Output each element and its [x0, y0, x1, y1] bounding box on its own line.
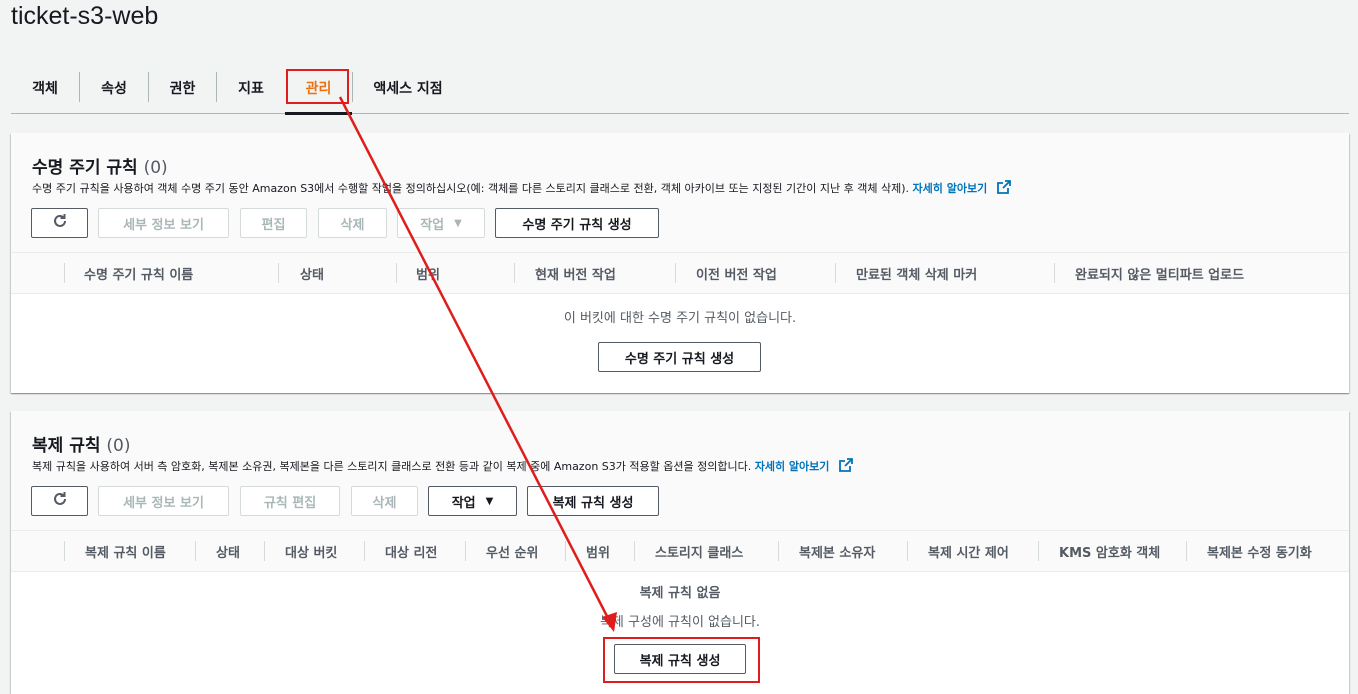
tab-bar: 객체 속성 권한 지표 관리 액세스 지점: [11, 62, 1349, 115]
replication-refresh-button[interactable]: [31, 486, 88, 516]
column-header[interactable]: 복제 시간 제어: [928, 531, 1009, 571]
column-header[interactable]: 범위: [586, 531, 610, 571]
external-link-icon: [996, 180, 1011, 197]
column-header[interactable]: KMS 암호화 객체: [1059, 531, 1160, 571]
column-header[interactable]: 만료된 객체 삭제 마커: [856, 253, 977, 293]
column-header[interactable]: 상태: [216, 531, 240, 571]
lifecycle-learn-more-link[interactable]: 자세히 알아보기: [913, 182, 988, 195]
column-header[interactable]: 복제 규칙 이름: [85, 531, 166, 571]
column-header[interactable]: 상태: [300, 253, 324, 293]
caret-down-icon: ▼: [485, 495, 494, 507]
tab-metrics[interactable]: 지표: [217, 62, 285, 114]
column-header[interactable]: 복제본 소유자: [799, 531, 875, 571]
column-header[interactable]: 우선 순위: [486, 531, 538, 571]
column-header[interactable]: 스토리지 클래스: [655, 531, 743, 571]
replication-empty-message: 복제 구성에 규칙이 없습니다.: [599, 615, 761, 630]
column-header[interactable]: 복제본 수정 동기화: [1207, 531, 1312, 571]
replication-delete-button[interactable]: 삭제: [351, 486, 418, 516]
replication-empty-title: 복제 규칙 없음: [639, 586, 721, 601]
replication-title: 복제 규칙 (0): [32, 436, 131, 456]
lifecycle-rules-panel: 수명 주기 규칙 (0) 수명 주기 규칙을 사용하여 객체 수명 주기 동안 …: [11, 133, 1349, 393]
lifecycle-actions-button[interactable]: 작업 ▼: [397, 208, 485, 238]
replication-table-header: 복제 규칙 이름 상태 대상 버킷 대상 리전 우선 순위 범위 스토리지 클래…: [11, 530, 1349, 572]
column-header[interactable]: 수명 주기 규칙 이름: [84, 253, 193, 293]
replication-create-button[interactable]: 복제 규칙 생성: [527, 486, 659, 516]
tab-properties[interactable]: 속성: [80, 62, 148, 114]
lifecycle-empty-message: 이 버킷에 대한 수명 주기 규칙이 없습니다.: [563, 311, 797, 326]
column-header[interactable]: 이전 버전 작업: [696, 253, 777, 293]
replication-description: 복제 규칙을 사용하여 서버 측 암호화, 복제본 소유권, 복제본을 다른 스…: [32, 458, 853, 475]
lifecycle-empty-create-button[interactable]: 수명 주기 규칙 생성: [598, 342, 761, 372]
lifecycle-description: 수명 주기 규칙을 사용하여 객체 수명 주기 동안 Amazon S3에서 수…: [32, 180, 1011, 197]
page-title: ticket-s3-web: [11, 2, 159, 30]
column-header[interactable]: 현재 버전 작업: [535, 253, 616, 293]
column-header[interactable]: 대상 버킷: [285, 531, 337, 571]
replication-actions-button[interactable]: 작업 ▼: [428, 486, 517, 516]
replication-details-button[interactable]: 세부 정보 보기: [98, 486, 229, 516]
lifecycle-edit-button[interactable]: 편집: [240, 208, 307, 238]
tab-highlight-box: [286, 69, 349, 104]
lifecycle-table-header: 수명 주기 규칙 이름 상태 범위 현재 버전 작업 이전 버전 작업 만료된 …: [11, 252, 1349, 294]
tab-permissions[interactable]: 권한: [149, 62, 216, 114]
replication-edit-button[interactable]: 규칙 편집: [240, 486, 340, 516]
lifecycle-delete-button[interactable]: 삭제: [318, 208, 387, 238]
column-header[interactable]: 범위: [416, 253, 440, 293]
lifecycle-title: 수명 주기 규칙 (0): [32, 158, 168, 178]
tab-access-points[interactable]: 액세스 지점: [353, 62, 463, 114]
create-button-highlight-box: [603, 637, 760, 683]
lifecycle-refresh-button[interactable]: [31, 208, 88, 238]
lifecycle-details-button[interactable]: 세부 정보 보기: [98, 208, 229, 238]
external-link-icon: [838, 458, 853, 475]
replication-learn-more-link[interactable]: 자세히 알아보기: [755, 460, 830, 473]
caret-down-icon: ▼: [454, 217, 462, 229]
column-header[interactable]: 대상 리전: [385, 531, 437, 571]
refresh-icon: [51, 490, 69, 512]
tab-objects[interactable]: 객체: [11, 62, 79, 114]
column-header[interactable]: 완료되지 않은 멀티파트 업로드: [1075, 253, 1244, 293]
lifecycle-create-button[interactable]: 수명 주기 규칙 생성: [495, 208, 659, 238]
refresh-icon: [51, 212, 69, 234]
